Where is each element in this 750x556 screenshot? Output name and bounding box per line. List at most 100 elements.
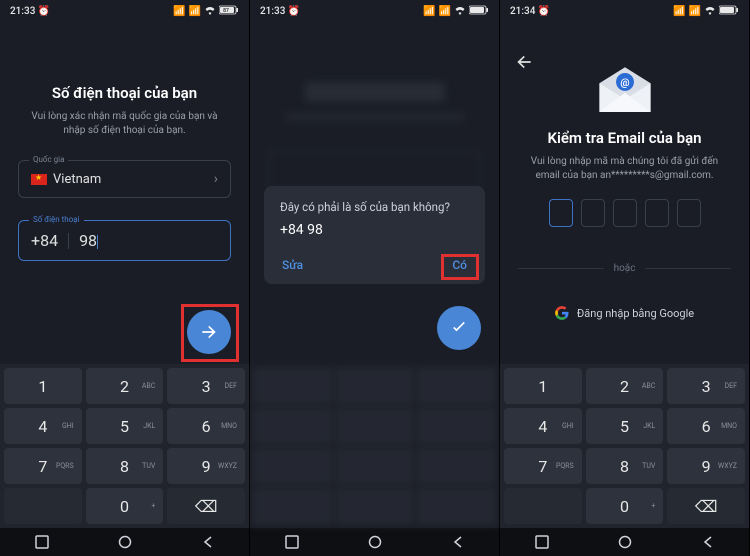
key-backspace[interactable]: ⌫ <box>167 488 245 524</box>
confirm-fab-button[interactable] <box>437 306 481 350</box>
key-1[interactable]: 1 <box>4 368 82 404</box>
code-digit-3[interactable] <box>613 199 637 227</box>
divider <box>68 233 69 249</box>
phone-field-inner: +84 98 <box>31 231 98 250</box>
key-2[interactable]: 2ABC <box>86 368 164 404</box>
confirm-dialog: Đây có phải là số của bạn không? +84 98 … <box>264 186 485 284</box>
signal-icon: 📶 <box>189 6 201 17</box>
signal-icon: 📶 <box>173 6 185 17</box>
signal-icon: 📶 <box>423 6 435 17</box>
key-6[interactable]: 6MNO <box>667 408 745 444</box>
dialog-title: Đây có phải là số của bạn không? <box>280 200 469 214</box>
country-field[interactable]: Quốc gia Vietnam › <box>18 160 231 198</box>
battery-icon: 87 <box>219 5 239 18</box>
status-time: 21:33 ⏰ <box>10 6 50 17</box>
key-9[interactable]: 9WXYZ <box>667 448 745 484</box>
status-bar: 21:33 ⏰ 📶 📶 87 <box>0 0 249 22</box>
arrow-left-icon <box>514 52 534 72</box>
page-subtitle: Vui lòng xác nhận mã quốc gia của bạn và… <box>18 110 231 138</box>
key-5[interactable]: 5JKL <box>586 408 664 444</box>
country-field-label: Quốc gia <box>29 155 68 164</box>
check-icon <box>449 318 469 338</box>
chevron-right-icon: › <box>214 171 218 187</box>
nav-back[interactable] <box>183 535 233 549</box>
nav-recent[interactable] <box>517 535 567 549</box>
vietnam-flag-icon <box>31 174 47 185</box>
screen-phone-entry: 21:33 ⏰ 📶 📶 87 Số điện thoại của bạn Vui… <box>0 0 250 556</box>
numeric-keypad-blurred <box>250 364 499 528</box>
key-3[interactable]: 3DEF <box>667 368 745 404</box>
svg-text:@: @ <box>620 78 629 89</box>
key-2[interactable]: 2ABC <box>586 368 664 404</box>
nav-home[interactable] <box>350 535 400 549</box>
wifi-icon <box>454 5 466 18</box>
status-time: 21:34 ⏰ <box>510 6 550 17</box>
key-6[interactable]: 6MNO <box>167 408 245 444</box>
page-title: Số điện thoại của bạn <box>18 84 231 102</box>
alarm-icon: ⏰ <box>38 6 50 17</box>
edit-button[interactable]: Sửa <box>280 256 305 274</box>
numeric-keypad: 1 2ABC 3DEF 4GHI 5JKL 6MNO 7PQRS 8TUV 9W… <box>500 364 749 528</box>
next-fab-button[interactable] <box>187 310 231 354</box>
key-1[interactable]: 1 <box>504 368 582 404</box>
key-9[interactable]: 9WXYZ <box>167 448 245 484</box>
code-input-group <box>518 199 731 227</box>
android-navbar <box>250 528 499 556</box>
content: Số điện thoại của bạn Vui lòng xác nhận … <box>0 22 249 364</box>
google-signin-button[interactable]: Đăng nhập bằng Google <box>518 306 731 320</box>
key-backspace[interactable]: ⌫ <box>667 488 745 524</box>
nav-back[interactable] <box>683 535 733 549</box>
status-bar: 21:34 ⏰ 📶 📶 <box>500 0 749 22</box>
or-divider: hoặc <box>518 263 731 274</box>
phone-field[interactable]: Số điện thoại +84 98 <box>18 220 231 261</box>
key-8[interactable]: 8TUV <box>86 448 164 484</box>
key-4[interactable]: 4GHI <box>4 408 82 444</box>
status-time: 21:33 ⏰ <box>260 6 300 17</box>
key-7[interactable]: 7PQRS <box>504 448 582 484</box>
nav-recent[interactable] <box>17 535 67 549</box>
battery-icon <box>469 5 489 18</box>
alarm-icon: ⏰ <box>288 6 300 17</box>
signal-icon: 📶 <box>673 6 685 17</box>
signal-icon: 📶 <box>439 6 451 17</box>
wifi-icon <box>204 5 216 18</box>
key-4[interactable]: 4GHI <box>504 408 582 444</box>
content: @ Kiểm tra Email của bạn Vui lòng nhập m… <box>500 22 749 364</box>
key-empty <box>4 488 82 524</box>
google-signin-label: Đăng nhập bằng Google <box>577 307 694 320</box>
nav-home[interactable] <box>600 535 650 549</box>
arrow-right-icon <box>199 322 219 342</box>
screen-email-verify: 21:34 ⏰ 📶 📶 @ Kiểm tra Email của bạn Vui… <box>500 0 750 556</box>
code-digit-2[interactable] <box>581 199 605 227</box>
key-0[interactable]: 0+ <box>86 488 164 524</box>
yes-button[interactable]: Có <box>450 256 469 274</box>
key-0[interactable]: 0+ <box>586 488 664 524</box>
back-button[interactable] <box>514 52 534 76</box>
screen-confirm-dialog: 21:33 ⏰ 📶 📶 Đây có phải là số của bạn kh… <box>250 0 500 556</box>
battery-icon <box>719 5 739 18</box>
status-right: 📶 📶 <box>673 5 739 18</box>
key-8[interactable]: 8TUV <box>586 448 664 484</box>
key-3[interactable]: 3DEF <box>167 368 245 404</box>
dialog-phone-value: +84 98 <box>280 222 469 238</box>
key-empty <box>504 488 582 524</box>
nav-back[interactable] <box>433 535 483 549</box>
nav-home[interactable] <box>100 535 150 549</box>
nav-recent[interactable] <box>267 535 317 549</box>
signal-icon: 📶 <box>689 6 701 17</box>
email-icon: @ <box>593 64 657 115</box>
key-7[interactable]: 7PQRS <box>4 448 82 484</box>
android-navbar <box>500 528 749 556</box>
status-bar: 21:33 ⏰ 📶 📶 <box>250 0 499 22</box>
code-digit-5[interactable] <box>677 199 701 227</box>
key-5[interactable]: 5JKL <box>86 408 164 444</box>
code-digit-1[interactable] <box>549 199 573 227</box>
page-subtitle: Vui lòng nhập mã mà chúng tôi đã gửi đến… <box>518 155 731 183</box>
phone-field-label: Số điện thoại <box>29 215 84 224</box>
wifi-icon <box>704 5 716 18</box>
backspace-icon: ⌫ <box>195 497 218 516</box>
page-title: Kiểm tra Email của bạn <box>518 129 731 147</box>
code-digit-4[interactable] <box>645 199 669 227</box>
phone-number-input[interactable]: 98 <box>79 231 98 250</box>
phone-country-code: +84 <box>31 231 58 250</box>
